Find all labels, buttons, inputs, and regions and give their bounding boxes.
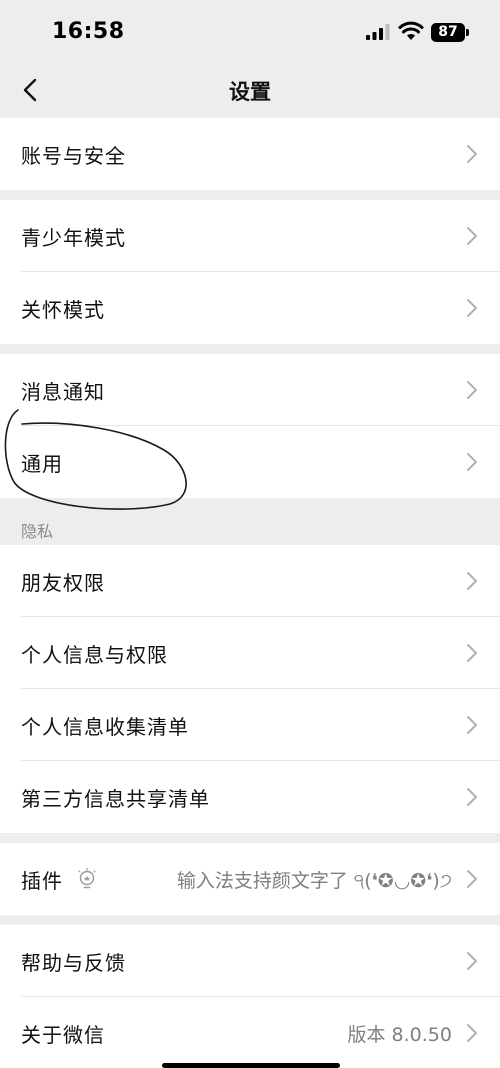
chevron-right-icon: [467, 870, 477, 888]
settings-row-teen-mode[interactable]: 青少年模式: [0, 200, 500, 272]
chevron-right-icon: [467, 1024, 477, 1042]
plugin-status-text: 输入法支持颜文字了 ੧(❛✪◡✪❛)੭: [176, 870, 452, 892]
row-label: 插件: [21, 869, 63, 893]
chevron-right-icon: [467, 572, 477, 590]
status-bar: 16:58 87: [0, 0, 500, 62]
row-label: 通用: [21, 452, 63, 476]
lightbulb-icon: [78, 868, 96, 889]
chevron-right-icon: [467, 952, 477, 970]
settings-row-account-security[interactable]: 账号与安全: [0, 118, 500, 190]
chevron-right-icon: [467, 716, 477, 734]
row-label: 账号与安全: [21, 144, 126, 168]
row-label: 个人信息收集清单: [21, 715, 189, 739]
status-time: 16:58: [52, 19, 125, 44]
row-label: 个人信息与权限: [21, 643, 168, 667]
row-label: 朋友权限: [21, 571, 105, 595]
chevron-right-icon: [467, 788, 477, 806]
home-indicator[interactable]: [162, 1063, 340, 1068]
settings-row-third-party-sharing[interactable]: 第三方信息共享清单: [0, 761, 500, 833]
row-label: 关怀模式: [21, 298, 105, 322]
nav-bar: 设置: [0, 62, 500, 118]
settings-row-about-wechat[interactable]: 关于微信 版本 8.0.50: [0, 997, 500, 1068]
settings-row-personal-info-collection[interactable]: 个人信息收集清单: [0, 689, 500, 761]
battery-tip: [466, 29, 469, 36]
chevron-right-icon: [467, 227, 477, 245]
version-text: 版本 8.0.50: [347, 1024, 452, 1046]
settings-row-notifications[interactable]: 消息通知: [0, 354, 500, 426]
row-label: 帮助与反馈: [21, 951, 126, 975]
settings-row-plugins[interactable]: 插件 输入法支持颜文字了 ੧(❛✪◡✪❛)੭: [0, 843, 500, 915]
settings-row-personal-info-permissions[interactable]: 个人信息与权限: [0, 617, 500, 689]
chevron-right-icon: [467, 299, 477, 317]
section-header-privacy: 隐私: [21, 522, 54, 541]
cellular-signal-icon: [366, 24, 390, 40]
settings-screen: 16:58 87 设置 账号与安全 青少年模式 关怀模式 消息通知 通用 隐私 …: [0, 0, 500, 1068]
chevron-right-icon: [467, 145, 477, 163]
settings-row-friend-permissions[interactable]: 朋友权限: [0, 545, 500, 617]
settings-row-general[interactable]: 通用: [0, 426, 500, 498]
settings-row-care-mode[interactable]: 关怀模式: [0, 272, 500, 344]
row-label: 第三方信息共享清单: [21, 787, 210, 811]
row-label: 关于微信: [21, 1023, 105, 1047]
wifi-icon: [398, 21, 424, 40]
page-title: 设置: [229, 80, 271, 104]
row-label: 消息通知: [21, 380, 105, 404]
chevron-right-icon: [467, 453, 477, 471]
settings-row-help-feedback[interactable]: 帮助与反馈: [0, 925, 500, 997]
row-label: 青少年模式: [21, 226, 126, 250]
chevron-right-icon: [467, 381, 477, 399]
chevron-right-icon: [467, 644, 477, 662]
battery-icon: 87: [431, 23, 465, 42]
battery-level: 87: [438, 24, 458, 40]
